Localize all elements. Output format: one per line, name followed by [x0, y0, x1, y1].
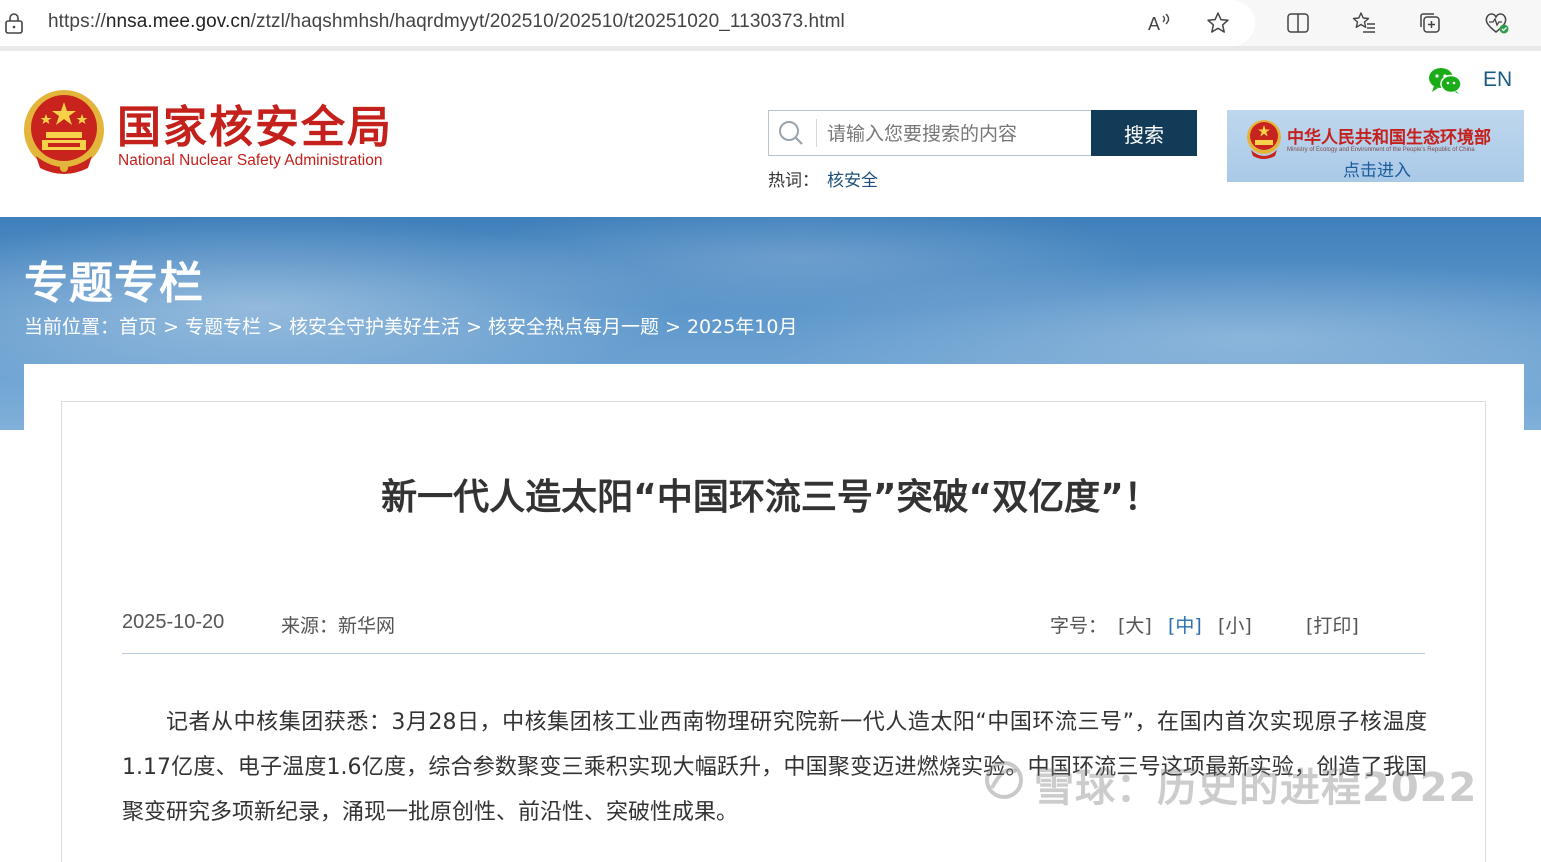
url-path: /ztzl/haqshmhsh/haqrdmyyt/202510/202510/…	[250, 11, 845, 32]
favorite-star-icon[interactable]	[1205, 10, 1231, 36]
font-size-label: 字号：	[1050, 615, 1108, 637]
lock-icon[interactable]	[4, 12, 24, 38]
read-aloud-icon[interactable]: A	[1146, 10, 1172, 36]
svg-text:A: A	[1148, 14, 1160, 34]
collections-icon[interactable]	[1417, 10, 1443, 36]
breadcrumb-separator: >	[267, 316, 283, 338]
snowball-logo-icon	[982, 760, 1026, 804]
browser-essentials-icon[interactable]	[1483, 10, 1509, 36]
browser-toolbar: https://nnsa.mee.gov.cn/ztzl/haqshmhsh/h…	[0, 0, 1541, 46]
site-header: 国家核安全局 National Nuclear Safety Administr…	[0, 51, 1541, 217]
breadcrumb-item-nuclear-safety-life[interactable]: 核安全守护美好生活	[289, 316, 460, 338]
font-size-small-link[interactable]: [小]	[1218, 611, 1252, 638]
ministry-english-name: Ministry of Ecology and Environment of t…	[1287, 147, 1475, 153]
ministry-enter-label: 点击进入	[1343, 161, 1411, 181]
ministry-emblem-icon	[1245, 118, 1283, 166]
search-icon[interactable]	[777, 119, 805, 151]
url-text[interactable]: https://nnsa.mee.gov.cn/ztzl/haqshmhsh/h…	[48, 11, 845, 33]
breadcrumb-label: 当前位置：	[24, 316, 120, 338]
wechat-icon[interactable]	[1428, 67, 1462, 99]
breadcrumb: 当前位置：首页 > 专题专栏 > 核安全守护美好生活 > 核安全热点每月一题 >202…	[24, 312, 797, 339]
favorites-list-icon[interactable]	[1351, 10, 1377, 36]
search-input[interactable]	[825, 117, 1084, 151]
column-title: 专题专栏	[24, 258, 204, 309]
ministry-name: 中华人民共和国生态环境部	[1287, 128, 1491, 148]
ministry-banner-link[interactable]: 中华人民共和国生态环境部 Ministry of Ecology and Env…	[1227, 110, 1524, 182]
article-title: 新一代人造太阳“中国环流三号”突破“双亿度”！	[381, 477, 1160, 518]
search-box[interactable]	[768, 110, 1092, 156]
split-screen-icon[interactable]	[1285, 10, 1311, 36]
breadcrumb-item-home[interactable]: 首页	[119, 316, 157, 338]
hotwords-label: 热词：	[768, 171, 819, 191]
meta-divider	[122, 653, 1425, 654]
article-source: 来源：新华网	[281, 615, 396, 637]
url-host: nnsa.mee.gov.cn	[105, 11, 251, 32]
watermark: 雪球：历史的进程2022	[1034, 765, 1478, 811]
site-subtitle[interactable]: National Nuclear Safety Administration	[118, 152, 383, 170]
breadcrumb-separator: >	[665, 316, 681, 338]
breadcrumb-item-october-2025[interactable]: 2025年10月	[687, 316, 798, 338]
breadcrumb-item-special-column[interactable]: 专题专栏	[185, 316, 261, 338]
font-size-large-link[interactable]: [大]	[1118, 611, 1152, 638]
site-title[interactable]: 国家核安全局	[117, 91, 393, 155]
national-emblem-icon[interactable]	[22, 88, 106, 180]
print-link[interactable]: [打印]	[1306, 611, 1359, 638]
font-size-medium-link[interactable]: [中]	[1168, 611, 1202, 638]
address-bar[interactable]: https://nnsa.mee.gov.cn/ztzl/haqshmhsh/h…	[0, 0, 1255, 46]
breadcrumb-separator: >	[163, 316, 179, 338]
hotword-link[interactable]: 核安全	[827, 171, 878, 191]
breadcrumb-separator: >	[466, 316, 482, 338]
search-button[interactable]: 搜索	[1091, 110, 1197, 156]
article-date: 2025-10-20	[122, 611, 225, 633]
breadcrumb-item-monthly-topic[interactable]: 核安全热点每月一题	[488, 316, 659, 338]
hotwords: 热词： 核安全	[768, 166, 878, 191]
english-link[interactable]: EN	[1483, 68, 1512, 92]
url-prefix: https://	[48, 11, 106, 32]
search-divider	[816, 119, 817, 147]
